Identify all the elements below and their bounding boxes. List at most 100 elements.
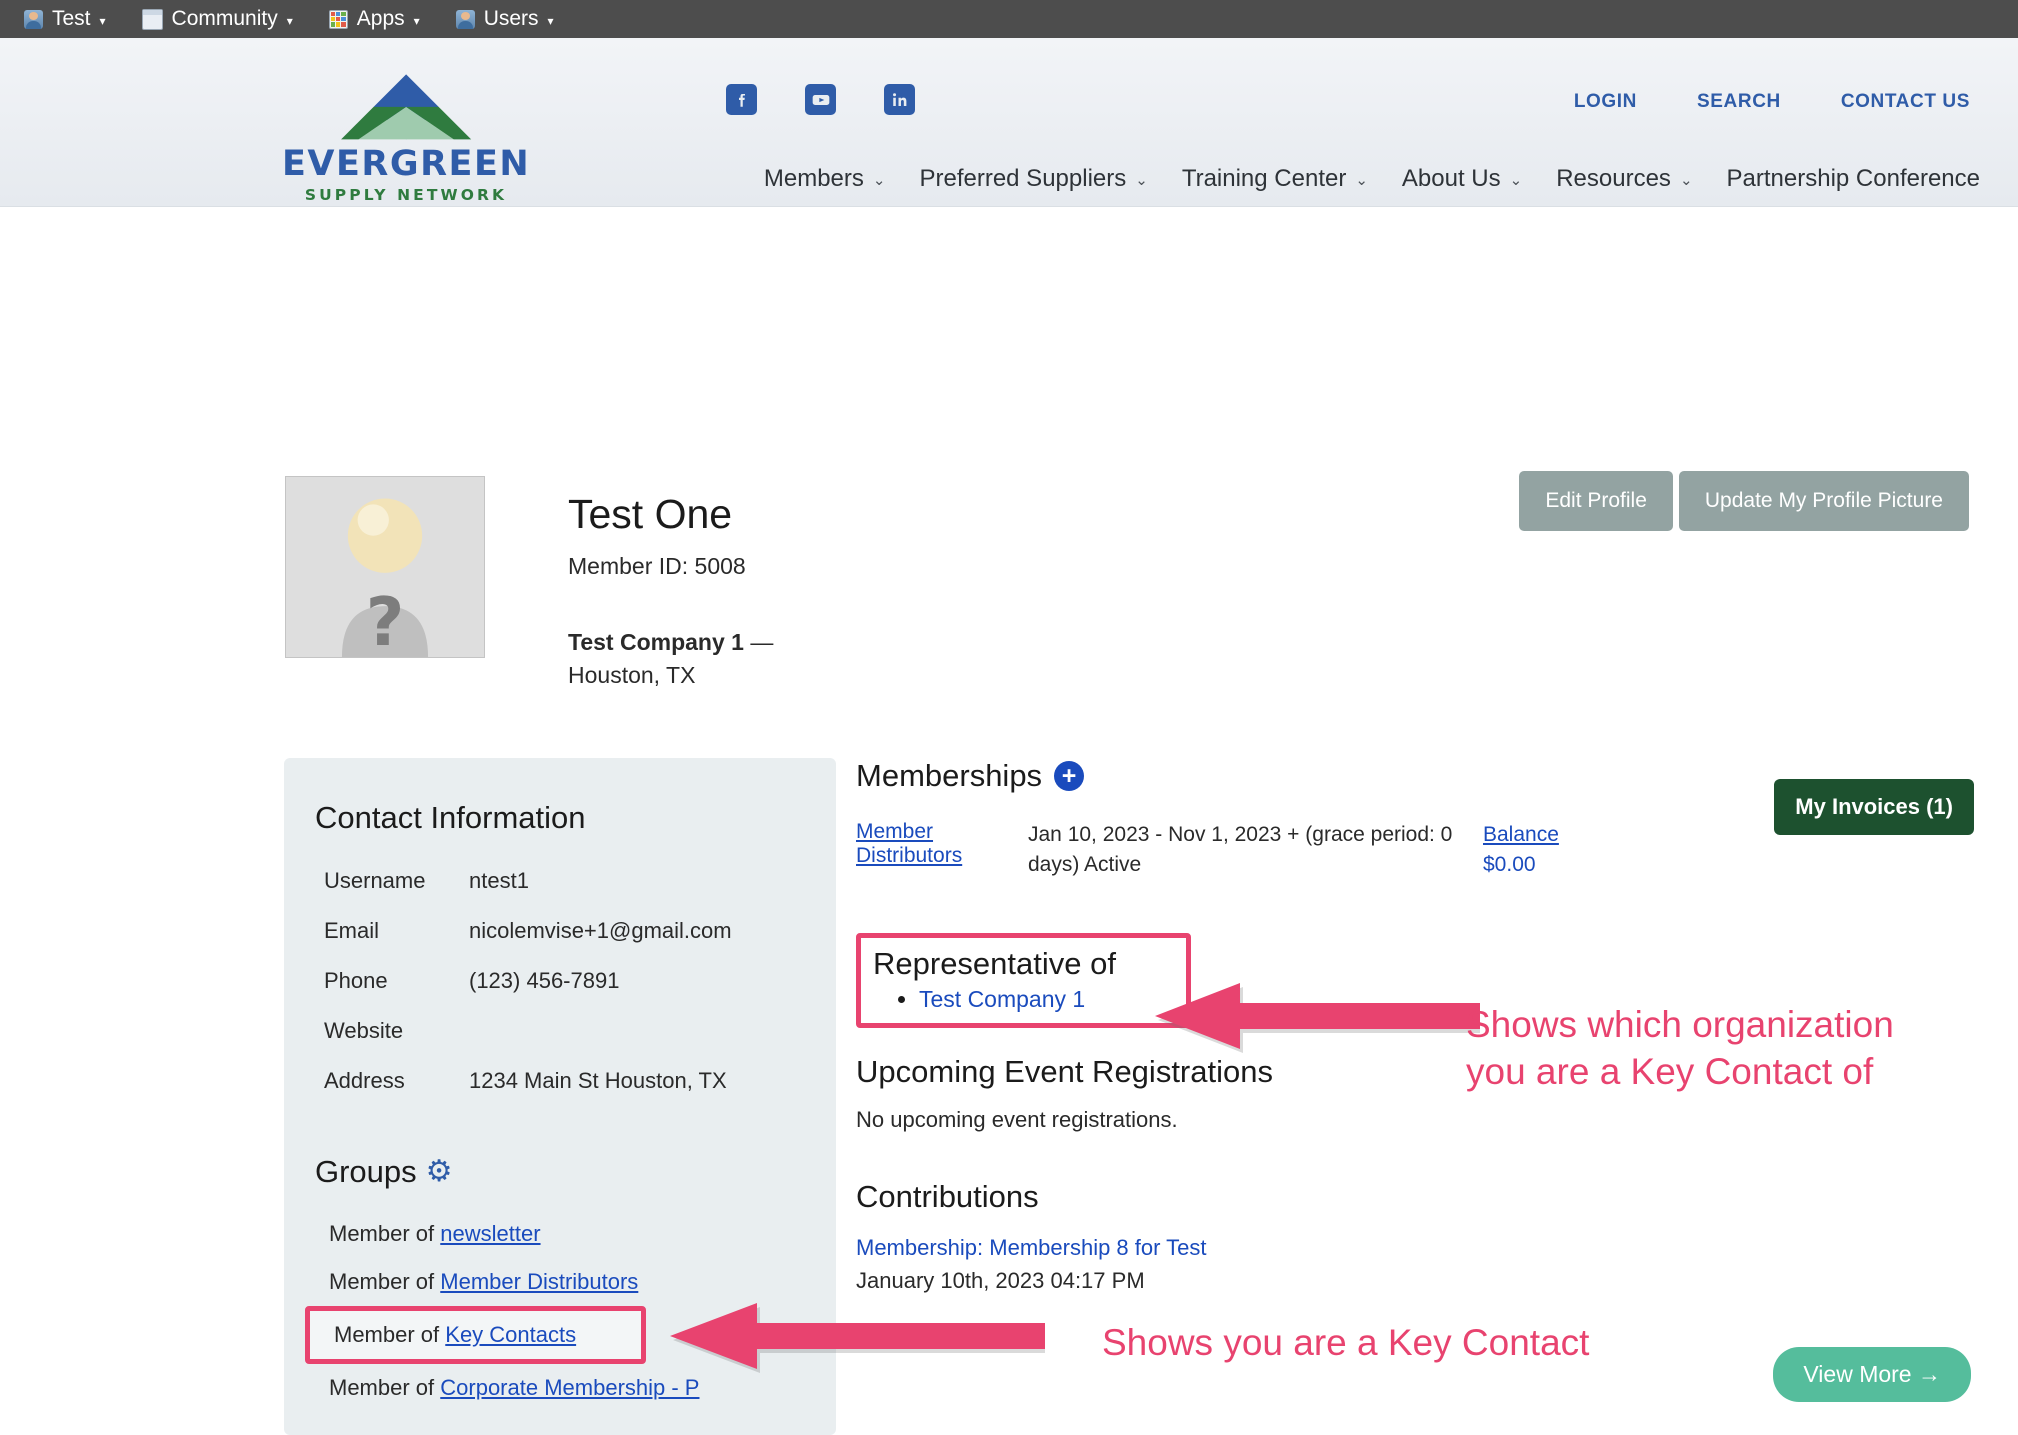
nav-item-preferred-suppliers-label: Preferred Suppliers [919,165,1126,193]
annotation-arrow-key-contact [665,1297,1045,1377]
balance-link[interactable]: Balance [1483,823,1559,846]
group-row-key-contacts: Member of Key Contacts [305,1306,646,1364]
upcoming-events-empty-text: No upcoming event registrations. [856,1107,1978,1133]
my-invoices-button[interactable]: My Invoices (1) [1774,779,1974,835]
admin-menu-test-label: Test [52,7,91,31]
nav-item-about-us[interactable]: About Us ⌄ [1402,165,1522,193]
group-link-member-distributors[interactable]: Member Distributors [440,1269,638,1294]
contact-label: Address [324,1068,469,1094]
representative-of-heading-label: Representative of [873,946,1116,982]
representative-of-heading: Representative of [873,946,1186,982]
nav-item-partnership-conference[interactable]: Partnership Conference [1727,165,1980,193]
nav-item-training-center[interactable]: Training Center ⌄ [1182,165,1368,193]
nav-item-partnership-conference-label: Partnership Conference [1727,165,1980,193]
contact-row-email: Email nicolemvise+1@gmail.com [284,906,836,956]
contribution-date: January 10th, 2023 04:17 PM [856,1268,1978,1294]
contribution-title-link[interactable]: Membership: Membership 8 for Test [856,1235,1978,1261]
site-header: EVERGREEN SUPPLY NETWORK LOGIN SEARCH CO… [0,38,2018,207]
annotation-text-representative: Shows which organization you are a Key C… [1466,1002,1894,1095]
profile-location: Houston, TX [568,662,695,688]
youtube-icon[interactable] [805,84,836,115]
nav-item-about-us-label: About Us [1402,165,1501,193]
view-more-button[interactable]: View More → [1773,1347,1971,1402]
nav-item-members[interactable]: Members ⌄ [764,165,886,193]
nav-item-resources[interactable]: Resources ⌄ [1556,165,1692,193]
add-membership-icon[interactable]: + [1054,761,1084,791]
grid-icon [329,10,348,29]
contact-label: Website [324,1018,469,1044]
linkedin-icon[interactable] [884,84,915,115]
contact-value: ntest1 [469,868,529,894]
placeholder-person-icon: ? [286,477,484,657]
annotation-arrow-representative [1150,977,1480,1057]
representative-org-link[interactable]: Test Company 1 [919,986,1085,1012]
update-profile-picture-button[interactable]: Update My Profile Picture [1679,471,1969,531]
representative-of-list: Test Company 1 [861,986,1186,1013]
memberships-heading-label: Memberships [856,758,1042,794]
contact-row-website: Website [284,1006,836,1056]
admin-menu-test[interactable]: Test ▾ [14,7,132,31]
list-item: Test Company 1 [919,986,1186,1013]
person-icon [24,10,43,29]
contact-row-phone: Phone (123) 456-7891 [284,956,836,1006]
group-link-key-contacts[interactable]: Key Contacts [445,1322,576,1347]
chevron-down-icon: ⌄ [1355,173,1368,188]
nav-item-resources-label: Resources [1556,165,1671,193]
annotation-text-key-contact: Shows you are a Key Contact [1102,1320,1589,1367]
nav-item-training-center-label: Training Center [1182,165,1347,193]
member-id: Member ID: 5008 [568,553,773,580]
balance-amount: $0.00 [1483,853,1536,876]
groups-heading: Groups ⚙ [315,1154,836,1190]
group-row-newsletter: Member of newsletter [284,1210,836,1258]
admin-menu-apps[interactable]: Apps ▾ [319,7,446,31]
membership-link[interactable]: Member Distributors [856,820,962,867]
search-link[interactable]: SEARCH [1697,91,1781,113]
window-icon [142,9,163,30]
contact-value: (123) 456-7891 [469,968,619,994]
avatar[interactable]: ? [285,476,485,658]
contact-us-link[interactable]: CONTACT US [1841,91,1970,113]
profile-company-name: Test Company 1 [568,629,744,655]
contact-value: nicolemvise+1@gmail.com [469,918,732,944]
facebook-icon[interactable] [726,84,757,115]
admin-toolbar: Test ▾ Community ▾ Apps ▾ Users ▾ [0,0,2018,38]
chevron-down-icon: ⌄ [1510,173,1523,188]
contact-information-heading: Contact Information [315,800,836,836]
admin-menu-community[interactable]: Community ▾ [132,7,319,31]
group-prefix: Member of [334,1322,445,1347]
groups-heading-label: Groups [315,1154,417,1190]
social-links [726,84,915,115]
chevron-down-icon: ▾ [287,15,293,27]
logo-tagline: SUPPLY NETWORK [282,186,530,204]
contact-information-heading-label: Contact Information [315,800,586,836]
main-navigation: Members ⌄ Preferred Suppliers ⌄ Training… [764,165,1980,193]
contributions-heading-label: Contributions [856,1179,1039,1215]
group-link-newsletter[interactable]: newsletter [440,1221,540,1246]
contributions-heading: Contributions [856,1179,1978,1215]
chevron-down-icon: ▾ [100,15,106,27]
profile-organization: Test Company 1 —Houston, TX [568,626,773,691]
contact-value: 1234 Main St Houston, TX [469,1068,727,1094]
person-icon [456,10,475,29]
login-link[interactable]: LOGIN [1574,91,1637,113]
membership-balance-cell: Balance $0.00 [1483,820,1559,880]
profile-identity: Test One Member ID: 5008 Test Company 1 … [568,492,773,691]
nav-item-preferred-suppliers[interactable]: Preferred Suppliers ⌄ [919,165,1147,193]
logo-wordmark: EVERGREEN [282,146,530,183]
contact-label: Phone [324,968,469,994]
group-prefix: Member of [329,1269,440,1294]
gear-icon[interactable]: ⚙ [426,1157,453,1187]
chevron-down-icon: ⌄ [1135,173,1148,188]
edit-profile-button[interactable]: Edit Profile [1519,471,1673,531]
admin-menu-users-label: Users [484,7,539,31]
group-link-corporate-membership[interactable]: Corporate Membership - P [440,1375,699,1400]
group-prefix: Member of [329,1375,440,1400]
page-title: Test One [568,492,773,537]
admin-menu-users[interactable]: Users ▾ [446,7,580,31]
membership-dates-cell: Jan 10, 2023 - Nov 1, 2023 + (grace peri… [1028,820,1483,880]
site-logo[interactable]: EVERGREEN SUPPLY NETWORK [282,72,530,204]
representative-of-section: Representative of Test Company 1 [856,933,1191,1028]
admin-menu-community-label: Community [172,7,278,31]
nav-item-members-label: Members [764,165,864,193]
contact-label: Username [324,868,469,894]
